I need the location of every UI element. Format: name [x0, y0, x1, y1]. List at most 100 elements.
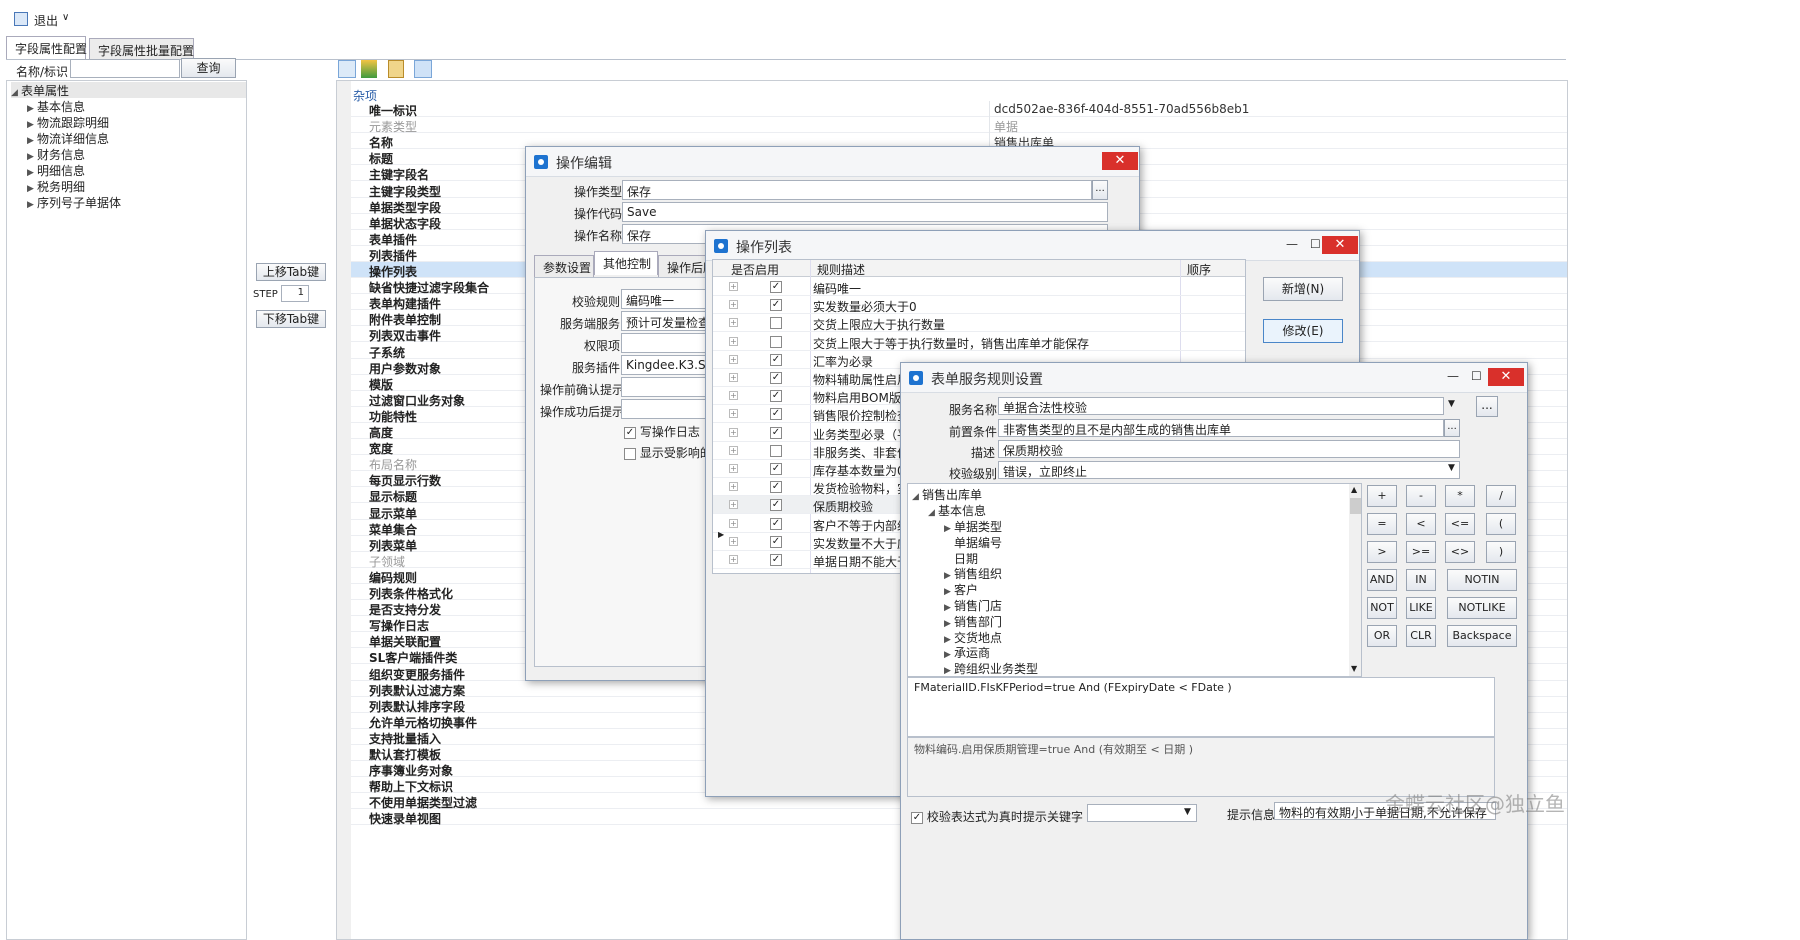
service-field[interactable]: 预计可发量检查服	[621, 311, 711, 331]
operator-button[interactable]: *	[1445, 485, 1475, 507]
field-tree-item[interactable]: 日期	[944, 550, 978, 567]
operator-button[interactable]: <	[1406, 513, 1436, 535]
tree-item[interactable]: ▶ 基本信息	[27, 98, 85, 115]
expand-row-icon[interactable]: +	[729, 300, 738, 310]
checkbox-checked-icon[interactable]: ✓	[770, 426, 782, 439]
move-down-tab-button[interactable]: 下移Tab键	[256, 310, 326, 328]
checkbox-unchecked-icon[interactable]	[770, 444, 782, 457]
search-input[interactable]	[70, 59, 180, 78]
operation-row[interactable]: + ✓ 实发数量必须大于0	[713, 296, 1245, 315]
true-prompt-checkbox[interactable]: ✓ 校验表达式为真时提示	[911, 808, 1047, 825]
move-up-tab-button[interactable]: 上移Tab键	[256, 263, 326, 281]
precondition-ellipsis-button[interactable]: ...	[1444, 419, 1460, 437]
tree-item[interactable]: ▶ 财务信息	[27, 146, 85, 163]
checkbox-unchecked-icon[interactable]	[770, 335, 782, 348]
checkbox-checked-icon[interactable]: ✓	[770, 281, 782, 293]
field-tree-item[interactable]: 单据编号	[944, 534, 1002, 551]
operator-button[interactable]: -	[1406, 485, 1436, 507]
tree-item[interactable]: ▶ 物流跟踪明细	[27, 114, 109, 131]
checkbox-checked-icon[interactable]: ✓	[770, 299, 782, 312]
maximize-icon[interactable]: ☐	[1310, 237, 1321, 251]
expand-row-icon[interactable]: +	[729, 427, 738, 437]
checkbox-checked-icon[interactable]: ✓	[770, 390, 782, 403]
expand-row-icon[interactable]: +	[729, 555, 738, 564]
operator-button[interactable]: NOT	[1367, 597, 1397, 619]
description-field[interactable]: 保质期校验	[998, 440, 1460, 458]
scroll-down-icon[interactable]: ▼	[1351, 664, 1357, 673]
operator-button[interactable]: /	[1486, 485, 1516, 507]
expand-row-icon[interactable]: +	[729, 500, 738, 510]
tree-item[interactable]: ▶ 序列号子单据体	[27, 194, 121, 211]
tab-params[interactable]: 参数设置	[534, 255, 594, 277]
operator-button[interactable]: IN	[1406, 569, 1436, 591]
field-tree-item[interactable]: ▶ 承运商	[944, 644, 990, 661]
scroll-up-icon[interactable]: ▲	[1351, 485, 1357, 494]
expression-editor[interactable]: FMaterialID.FIsKFPeriod=true And (FExpir…	[907, 677, 1495, 737]
level-select[interactable]: 错误，立即终止	[998, 461, 1460, 479]
field-tree-root[interactable]: ◢ 销售出库单	[912, 486, 982, 503]
expand-row-icon[interactable]: +	[729, 373, 738, 382]
tree-root[interactable]: ◢ 表单属性	[11, 82, 246, 98]
expand-row-icon[interactable]: +	[729, 354, 738, 364]
field-tree-item[interactable]: ▶ 单据类型	[944, 518, 1002, 535]
operator-button[interactable]: (	[1486, 513, 1516, 535]
checkbox-checked-icon[interactable]: ✓	[770, 463, 782, 475]
rule-field[interactable]: 编码唯一	[621, 289, 711, 309]
checkbox-checked-icon[interactable]: ✓	[770, 481, 782, 494]
checkbox-checked-icon[interactable]: ✓	[770, 554, 782, 566]
search-button[interactable]: 查询	[181, 58, 236, 78]
field-tree-item[interactable]: ▶ 销售部门	[944, 613, 1002, 630]
expand-row-icon[interactable]: +	[729, 482, 738, 492]
maximize-icon[interactable]: ☐	[1471, 369, 1482, 383]
operator-button[interactable]: LIKE	[1406, 597, 1436, 619]
precondition-field[interactable]: 非寄售类型的且不是内部生成的销售出库单	[998, 419, 1444, 437]
operator-button[interactable]: AND	[1367, 569, 1397, 591]
operator-button[interactable]: =	[1367, 513, 1397, 535]
op-code-field[interactable]: Save	[622, 202, 1108, 222]
expand-row-icon[interactable]: +	[729, 409, 738, 419]
field-tree-item[interactable]: ▶ 交货地点	[944, 629, 1002, 646]
op-type-ellipsis-button[interactable]: ...	[1092, 180, 1108, 200]
property-row[interactable]: 唯一标识 dcd502ae-836f-404d-8551-70ad556b8eb1	[351, 101, 1567, 118]
service-name-select[interactable]: 单据合法性校验	[998, 397, 1444, 415]
success-field[interactable]	[621, 399, 711, 419]
operator-button[interactable]: +	[1367, 485, 1397, 507]
operator-button[interactable]: >	[1367, 541, 1397, 563]
sort-icon[interactable]	[361, 60, 377, 78]
operator-button[interactable]: Backspace	[1447, 625, 1517, 647]
operation-row[interactable]: + 交货上限应大于执行数量	[713, 314, 1245, 333]
keyword-select[interactable]	[1087, 804, 1197, 822]
categorized-icon[interactable]	[338, 60, 356, 78]
operator-button[interactable]: CLR	[1406, 625, 1436, 647]
checkbox-checked-icon[interactable]: ✓	[770, 499, 782, 512]
tree-item[interactable]: ▶ 税务明细	[27, 178, 85, 195]
operation-row[interactable]: + 交货上限大于等于执行数量时，销售出库单才能保存	[713, 333, 1245, 351]
field-tree-group[interactable]: ◢ 基本信息	[928, 502, 986, 519]
close-icon[interactable]: ✕	[1488, 368, 1524, 386]
scroll-thumb[interactable]	[1350, 498, 1361, 514]
field-tree-item[interactable]: ▶ 销售组织	[944, 565, 1002, 582]
expand-row-icon[interactable]: +	[729, 445, 738, 455]
checkbox-checked-icon[interactable]: ✓	[770, 408, 782, 421]
expand-row-icon[interactable]: +	[729, 464, 738, 473]
tab-field-batch-config[interactable]: 字段属性批量配置	[89, 38, 194, 60]
expand-row-icon[interactable]: +	[729, 536, 738, 546]
expand-row-icon[interactable]: +	[729, 391, 738, 401]
events-icon[interactable]	[414, 60, 432, 78]
close-icon[interactable]: ✕	[1102, 152, 1138, 170]
operator-button[interactable]: )	[1486, 541, 1516, 563]
operator-button[interactable]: <>	[1445, 541, 1475, 563]
field-tree-item[interactable]: ▶ 客户	[944, 581, 978, 598]
plugin-field[interactable]: Kingdee.K3.SCM.	[621, 355, 711, 375]
tree-item[interactable]: ▶ 物流详细信息	[27, 130, 109, 147]
checkbox-unchecked-icon[interactable]	[770, 317, 782, 330]
checkbox-checked-icon[interactable]: ✓	[770, 353, 782, 366]
checkbox-checked-icon[interactable]: ✓	[770, 517, 782, 530]
minimize-icon[interactable]: —	[1286, 237, 1298, 251]
expand-row-icon[interactable]: +	[729, 518, 738, 528]
close-icon[interactable]: ✕	[1322, 236, 1358, 254]
field-tree-item[interactable]: ▶ 销售门店	[944, 597, 1002, 614]
edit-button[interactable]: 修改(E)	[1263, 319, 1343, 343]
perm-field[interactable]	[621, 333, 711, 353]
tab-other-control[interactable]: 其他控制	[594, 251, 658, 275]
